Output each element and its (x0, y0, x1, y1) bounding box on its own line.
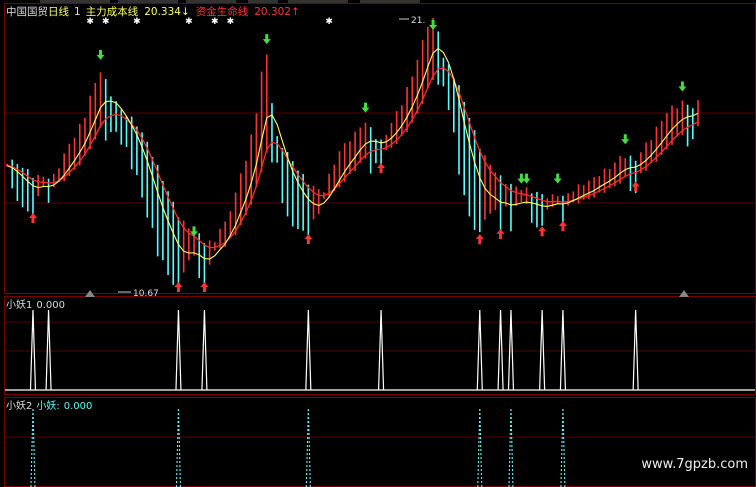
sub-panel-1-value: 0.000 (36, 300, 65, 311)
svg-text:小妖10.000: 小妖1 0.000 (6, 298, 65, 311)
stock-name: 中国国贸 (6, 5, 48, 18)
buy-arrow-icon (28, 213, 37, 224)
main-panel-border (4, 3, 756, 294)
sub-panel-2-value: 0.000 (64, 401, 93, 412)
sell-arrow-icon (522, 173, 531, 184)
buy-arrow-icon (174, 282, 183, 292)
signal-spike-dotted (560, 407, 566, 487)
sub-panel-2-label: 小妖2 (6, 399, 32, 412)
sell-arrow-icon (262, 34, 271, 45)
sell-arrow-icon (621, 134, 630, 145)
sell-arrow-icon (678, 81, 687, 92)
star-marker-icon: ✱ (227, 17, 235, 27)
star-marker-icon: ✱ (325, 17, 333, 27)
signal-spike-dotted (175, 407, 182, 487)
svg-text:小妖2小妖:0.000: 小妖2 小妖: 0.000 (6, 399, 92, 412)
price-bars (6, 18, 699, 288)
buy-arrow-icon (475, 234, 484, 245)
buy-arrow-icon (200, 282, 209, 292)
signal-spike-dotted (477, 407, 483, 487)
buy-arrow-icon (558, 220, 567, 231)
star-marker-icon: ✱ (185, 17, 193, 27)
buy-arrow-icon (304, 234, 313, 245)
lifeline-series (6, 67, 699, 249)
signal-spike-dotted (508, 407, 514, 487)
cost-line-series (6, 47, 699, 260)
chart-canvas[interactable]: ✱ ✱ ✱ ✱ ✱ ✱ ✱ 中国国贸日线 1 主力成本线 20.334↓ 资金生命线 20.302↑ … (0, 0, 756, 487)
star-marker-icon: ✱ (133, 17, 141, 27)
cost-line-arrow: ↓ (181, 6, 190, 18)
sell-arrow-icon (429, 20, 438, 30)
watermark: www.7gpzb.com (641, 457, 748, 472)
buy-arrow-icon (496, 228, 505, 239)
star-marker-icon: ✱ (86, 17, 94, 27)
svg-text:中国国贸日线1主力成本线20.334↓资金生命线20.302: 中国国贸日线 1 主力成本线 20.334↓ 资金生命线 20.302↑ (6, 5, 300, 18)
signal-spike-dotted (30, 407, 36, 487)
high-label: 21. (411, 16, 425, 26)
cost-line-value: 20.334 (144, 6, 181, 18)
low-label: 10.67 (133, 289, 159, 299)
period-label: 日线 (48, 5, 69, 18)
sell-arrow-icon (96, 49, 105, 60)
sub-panel-2-border (4, 397, 756, 487)
sub-panel-2-legend: 小妖: (36, 399, 59, 412)
signal-arrows (28, 20, 687, 292)
top-star-markers: ✱ ✱ ✱ ✱ ✱ ✱ ✱ (86, 17, 333, 27)
star-marker-icon: ✱ (102, 17, 110, 27)
sub-panel-1-label: 小妖1 (6, 298, 32, 311)
lifeline-label: 资金生命线 (196, 5, 249, 18)
buy-arrow-icon (538, 226, 547, 237)
buy-arrow-icon (377, 163, 386, 174)
star-marker-icon: ✱ (211, 17, 219, 27)
signal-spike-dotted (305, 407, 311, 487)
sell-arrow-icon (361, 102, 370, 113)
indicator-index: 1 (74, 6, 81, 18)
sell-arrow-icon (553, 173, 562, 184)
buy-arrow-icon (631, 181, 640, 192)
lifeline-arrow: ↑ (291, 6, 300, 18)
cost-line-label: 主力成本线 (86, 5, 139, 18)
sub-panel-2-spikes (30, 407, 566, 487)
stock-chart-window: ✱ ✱ ✱ ✱ ✱ ✱ ✱ 中国国贸日线 1 主力成本线 20.334↓ 资金生命线 20.302↑ … (0, 0, 756, 487)
lifeline-value: 20.302 (254, 6, 291, 18)
